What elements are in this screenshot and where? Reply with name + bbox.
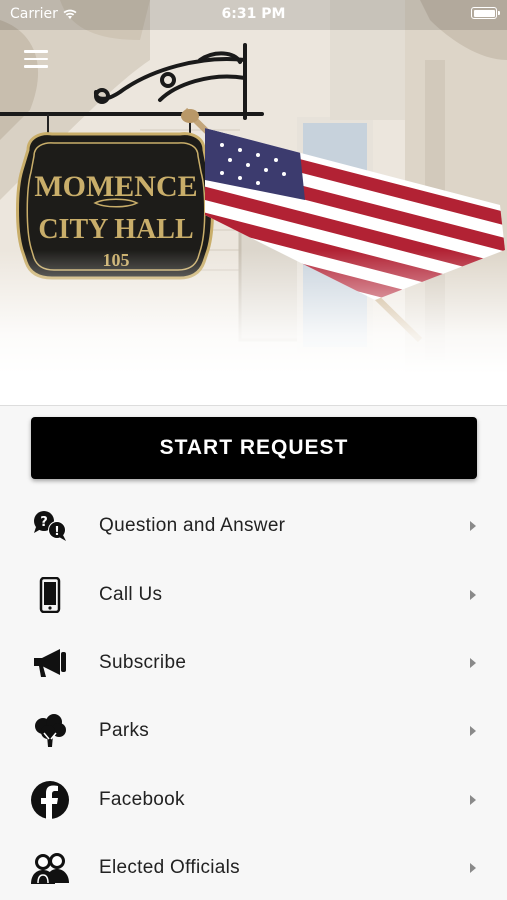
- menu-item-label: Subscribe: [99, 651, 187, 673]
- chevron-right-icon: [470, 863, 476, 874]
- sign-line1: MOMENCE: [34, 170, 197, 203]
- chevron-right-icon: [470, 726, 476, 737]
- start-request-button[interactable]: START REQUEST: [31, 417, 477, 479]
- hero-image: MOMENCE CITY HALL 105: [0, 0, 507, 405]
- chevron-right-icon: [470, 521, 476, 532]
- sign-line2: CITY HALL: [38, 214, 193, 245]
- menu-item-question-answer[interactable]: ? ! Question and Answer: [0, 492, 507, 560]
- svg-text:?: ?: [40, 515, 48, 530]
- phone-icon: [30, 575, 70, 615]
- hero-divider: [0, 405, 507, 406]
- menu-item-call-us[interactable]: Call Us: [0, 560, 507, 628]
- facebook-icon: [30, 780, 70, 820]
- chevron-right-icon: [470, 589, 476, 600]
- menu-item-label: Facebook: [99, 788, 185, 810]
- menu-item-label: Question and Answer: [99, 515, 286, 537]
- status-time: 6:31 PM: [221, 6, 286, 22]
- officials-icon: [30, 848, 70, 888]
- battery-icon: [471, 7, 500, 19]
- svg-text:!: !: [54, 524, 59, 538]
- menu-item-label: Elected Officials: [99, 857, 240, 879]
- menu-item-label: Parks: [99, 720, 150, 742]
- hamburger-menu-icon[interactable]: [24, 50, 48, 70]
- menu-item-facebook[interactable]: Facebook: [0, 766, 507, 834]
- chevron-right-icon: [470, 794, 476, 805]
- chevron-right-icon: [470, 657, 476, 668]
- menu-item-parks[interactable]: Parks: [0, 697, 507, 765]
- hero-fade: [0, 250, 507, 405]
- menu-item-label: Call Us: [99, 583, 163, 605]
- question-answer-icon: ? !: [30, 506, 70, 546]
- tree-icon: [30, 711, 70, 751]
- status-bar: Carrier 6:31 PM: [0, 0, 507, 28]
- menu-list: ? ! Question and Answer Call Us Subscrib…: [0, 492, 507, 900]
- menu-item-elected-officials[interactable]: Elected Officials: [0, 834, 507, 900]
- menu-item-subscribe[interactable]: Subscribe: [0, 629, 507, 697]
- megaphone-icon: [30, 643, 70, 683]
